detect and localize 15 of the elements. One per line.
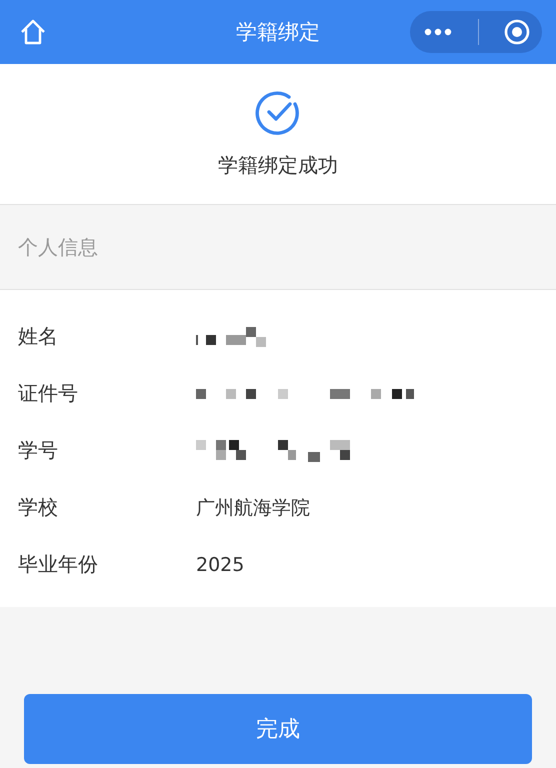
check-circle-icon [255,90,301,136]
section-title: 个人信息 [18,234,98,260]
more-icon[interactable] [422,28,452,36]
redacted-mosaic [196,326,266,346]
close-target-icon[interactable] [504,19,530,45]
field-label: 证件号 [18,380,79,407]
field-label: 毕业年份 [18,551,99,578]
page-title: 学籍绑定 [236,19,320,46]
field-label: 学校 [18,494,59,521]
field-label: 姓名 [18,323,59,350]
done-button[interactable]: 完成 [24,694,532,764]
field-value: 广州航海学院 [196,496,310,520]
field-value: 2025 [196,554,244,576]
success-message: 学籍绑定成功 [218,152,338,178]
field-label: 学号 [18,437,59,464]
